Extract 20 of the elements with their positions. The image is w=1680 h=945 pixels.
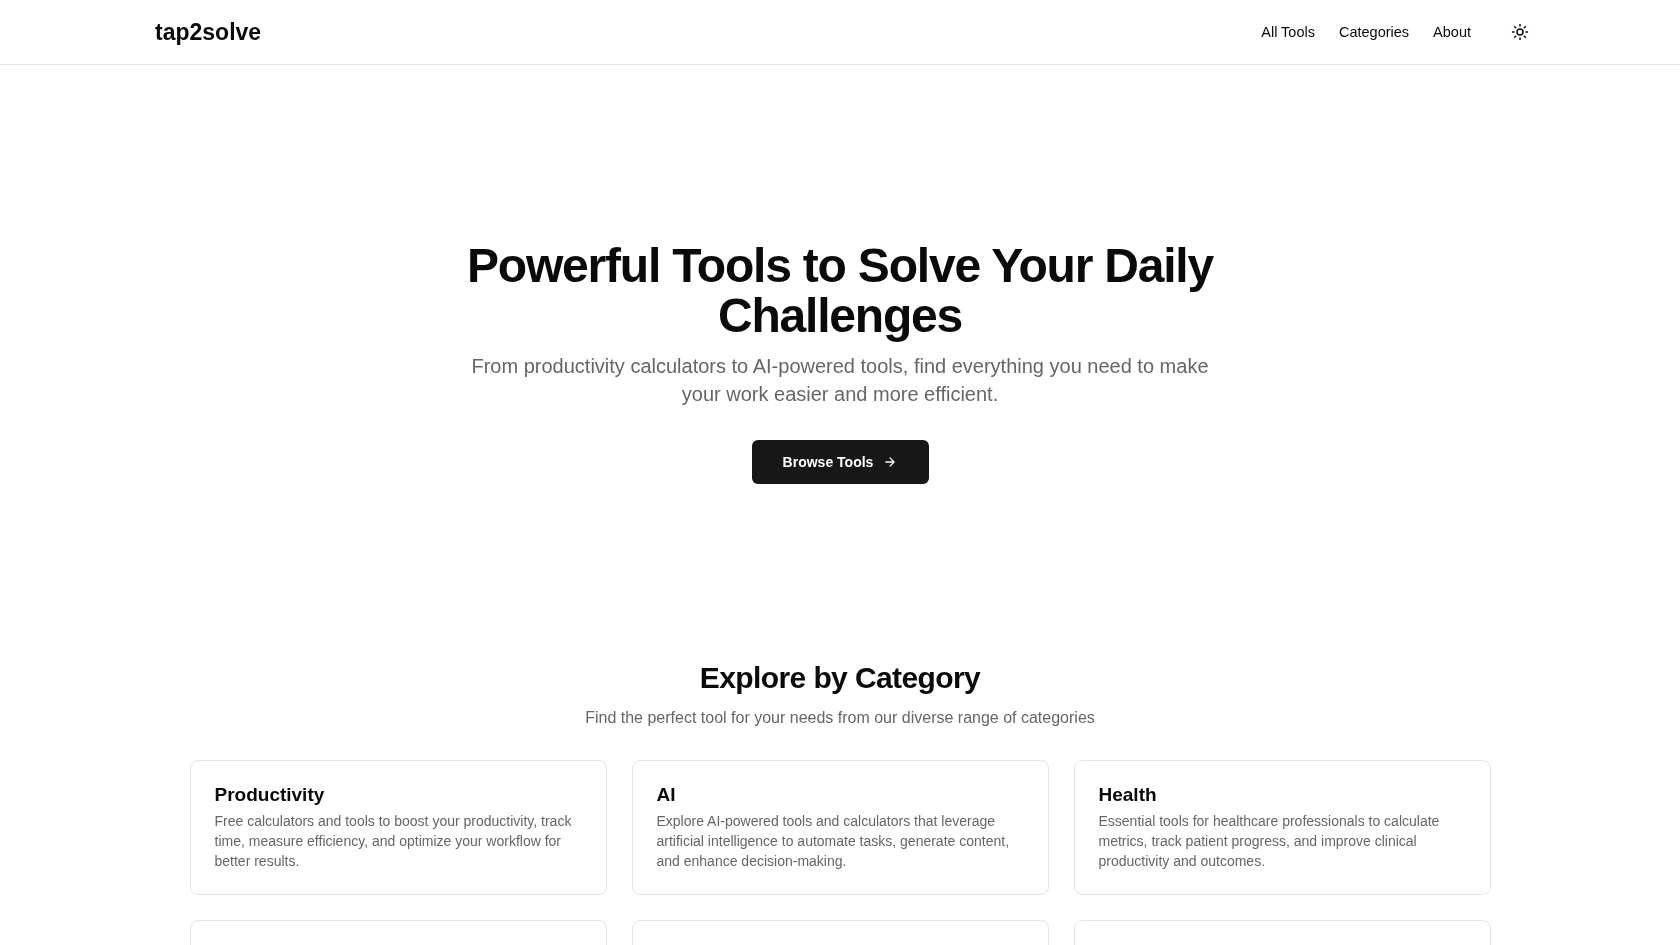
- section-title: Explore by Category: [699, 660, 981, 696]
- nav-link[interactable]: All Tools: [1261, 24, 1315, 40]
- category-title: Productivity: [214, 783, 326, 807]
- category-title: Health: [1098, 783, 1158, 807]
- browse-tools-button[interactable]: Browse Tools: [751, 440, 929, 484]
- hero-title: Powerful Tools to Solve Your Daily Challenges: [466, 241, 1215, 341]
- site-logo[interactable]: tap2solve: [155, 18, 262, 46]
- category-card[interactable]: AI Explore AI-powered tools and calculators that leverage artificial intelligence to automate tasks, generate content, and enhance decision-making.: [631, 760, 1049, 895]
- category-description: Explore AI-powered tools and calculators that leverage artificial intelligence to automate tasks, generate content, and enhance decision-making.: [656, 812, 1011, 871]
- category-description: Free calculators and tools to boost your productivity, track time, measure efficiency, and optimize your workflow for better results.: [214, 812, 573, 871]
- arrow-right-icon: [883, 455, 898, 469]
- category-title: AI: [656, 783, 677, 807]
- nav-link[interactable]: Categories: [1338, 24, 1410, 40]
- nav-link[interactable]: About: [1433, 24, 1471, 40]
- section-subtitle: Find the perfect tool for your needs from our diverse range of categories: [585, 708, 1095, 728]
- sun-icon: [1511, 23, 1529, 41]
- category-description: Essential tools for healthcare professionals to calculate metrics, track patient progress, and improve clinical productivity and outcomes.: [1098, 812, 1441, 871]
- hero-subtitle: From productivity calculators to AI-powered tools, find everything you need to make your work easier and more efficient.: [470, 354, 1210, 407]
- category-card[interactable]: Health Essential tools for healthcare professionals to calculate metrics, track patient progress, and improve clinical productivity and outcomes.: [1073, 760, 1491, 895]
- category-card[interactable]: Productivity Free calculators and tools to boost your productivity, track time, measure efficiency, and optimize your workflow for better results.: [189, 760, 607, 895]
